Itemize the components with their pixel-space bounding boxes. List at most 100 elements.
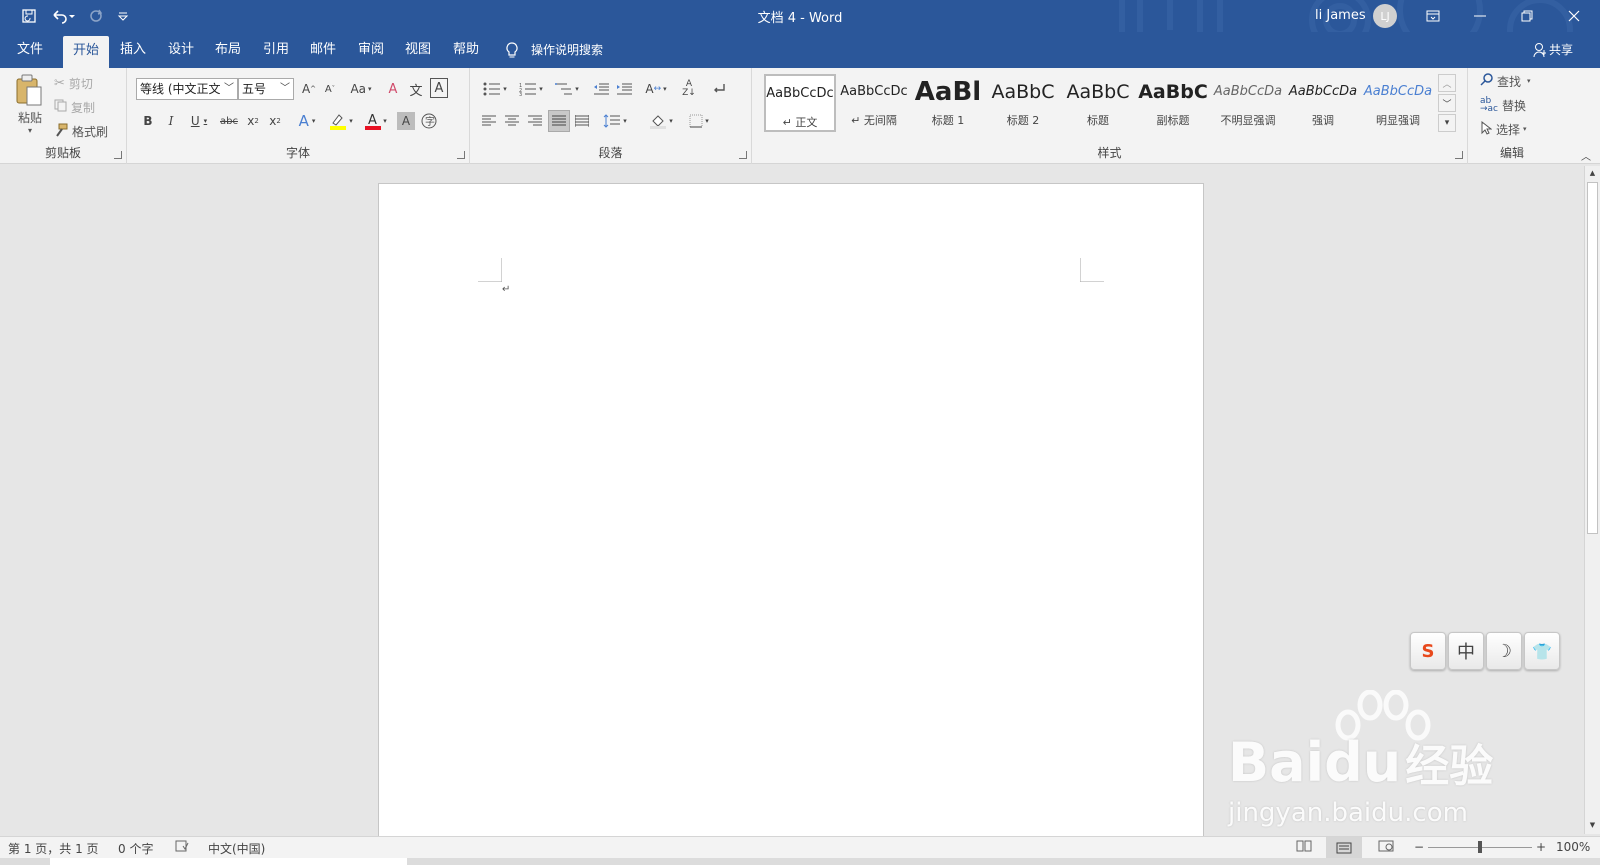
language-indicator[interactable]: 中文(中国) [208,840,265,857]
tab-mailings[interactable]: 邮件 [303,32,343,68]
distributed-icon[interactable] [573,112,591,130]
clear-formatting-icon[interactable]: A [384,80,402,98]
ribbon-display-options-icon[interactable] [1410,0,1456,32]
read-mode-icon[interactable] [1296,840,1312,855]
paste-dropdown-icon[interactable]: ▾ [28,126,32,135]
borders-icon[interactable]: ▾ [684,112,714,130]
ime-logo-icon[interactable]: S [1410,632,1446,670]
tell-me-search[interactable]: 操作说明搜索 [531,32,603,68]
italic-icon[interactable]: I [162,112,180,130]
select-button[interactable]: 选择 ▾ [1480,120,1527,138]
find-dropdown-icon[interactable]: ▾ [1527,77,1531,85]
numbering-icon[interactable]: 1 2 3 ▾ [516,80,546,98]
style-subtitle[interactable]: AaBbC 副标题 [1137,74,1209,132]
styles-scroll-up-icon[interactable]: ︿ [1438,74,1456,92]
zoom-out-icon[interactable]: − [1414,840,1424,854]
scroll-thumb[interactable] [1587,182,1598,534]
style-normal[interactable]: AaBbCcDc ↵ 正文 [764,74,836,132]
tab-review[interactable]: 审阅 [351,32,391,68]
tab-insert[interactable]: 插入 [113,32,153,68]
change-case-icon[interactable]: Aa ▾ [347,80,375,98]
copy-button[interactable]: 复制 [54,98,95,116]
asian-layout-icon[interactable]: A ↔ ▾ [642,80,670,98]
find-button[interactable]: 查找 ▾ [1480,72,1531,90]
align-center-icon[interactable] [503,112,521,130]
tab-help[interactable]: 帮助 [446,32,486,68]
phonetic-guide-icon[interactable]: 文 [407,80,425,99]
avatar[interactable]: LJ [1373,4,1397,28]
shrink-font-icon[interactable]: Aˇ [321,80,339,98]
style-intense-emphasis[interactable]: AaBbCcDa 明显强调 [1362,74,1434,132]
bullets-icon[interactable]: ▾ [480,80,510,98]
decrease-indent-icon[interactable] [592,80,610,98]
close-icon[interactable] [1551,0,1597,32]
collapse-ribbon-icon[interactable]: ︿ [1578,148,1594,163]
style-title[interactable]: AaBbC 标题 [1062,74,1134,132]
document-page[interactable]: ↵ [378,183,1204,865]
style-heading-1[interactable]: AaBl 标题 1 [912,74,984,132]
cut-button[interactable]: ✂ 剪切 [54,74,93,92]
character-border-icon[interactable]: A [430,78,448,98]
print-layout-icon[interactable] [1326,837,1362,858]
styles-more-icon[interactable]: ▾ [1438,114,1456,132]
tab-design[interactable]: 设计 [161,32,201,68]
paragraph-launcher-icon[interactable] [739,151,747,159]
scroll-down-icon[interactable]: ▼ [1585,818,1600,832]
scroll-up-icon[interactable]: ▲ [1585,166,1600,180]
tab-layout[interactable]: 布局 [208,32,248,68]
user-name[interactable]: li James [1315,8,1366,23]
select-dropdown-icon[interactable]: ▾ [1523,125,1527,133]
style-subtle-emphasis[interactable]: AaBbCcDa 不明显强调 [1212,74,1284,132]
zoom-slider-thumb[interactable] [1478,841,1482,853]
replace-button[interactable]: ab →ac 替换 [1480,96,1526,114]
text-effects-icon[interactable]: A ▾ [293,112,321,130]
underline-icon[interactable]: U ▾ [185,112,213,130]
font-launcher-icon[interactable] [457,151,465,159]
vertical-scrollbar[interactable]: ▲ ▼ [1584,166,1600,834]
character-shading-icon[interactable]: A [397,112,415,130]
style-no-spacing[interactable]: AaBbCcDc ↵ 无间隔 [838,74,910,132]
multilevel-list-icon[interactable]: ▾ [552,80,582,98]
show-hide-marks-icon[interactable] [710,80,728,98]
proofing-icon[interactable] [175,840,189,855]
justify-icon[interactable] [548,110,570,132]
tab-references[interactable]: 引用 [256,32,296,68]
shading-icon[interactable]: ▾ [646,112,676,130]
font-size-dropdown-icon[interactable]: ﹀ [280,79,290,99]
restore-icon[interactable] [1504,0,1550,32]
tab-home[interactable]: 开始 [63,36,109,68]
styles-scroll-down-icon[interactable]: ﹀ [1438,94,1456,112]
bold-icon[interactable]: B [139,112,157,130]
increase-indent-icon[interactable] [615,80,633,98]
page-count[interactable]: 第 1 页，共 1 页 [8,840,99,857]
clipboard-launcher-icon[interactable] [114,151,122,159]
align-right-icon[interactable] [526,112,544,130]
sort-icon[interactable]: A Z↓ [680,80,698,98]
zoom-level[interactable]: 100% [1556,840,1590,854]
zoom-in-icon[interactable]: + [1536,840,1546,854]
superscript-icon[interactable]: x2 [266,112,284,130]
minimize-icon[interactable] [1457,0,1503,32]
style-heading-2[interactable]: AaBbC 标题 2 [987,74,1059,132]
paste-button[interactable]: 粘贴 ▾ [10,72,50,136]
subscript-icon[interactable]: x2 [244,112,262,130]
font-size-box[interactable]: 五号 ﹀ [238,78,294,100]
font-name-box[interactable]: 等线 (中文正文 ﹀ [136,78,238,100]
format-painter-button[interactable]: 格式刷 [54,122,108,140]
tab-file[interactable]: 文件 [8,32,52,68]
ime-chinese-mode-button[interactable]: 中 [1448,632,1484,670]
web-layout-icon[interactable] [1378,840,1394,855]
highlight-color-icon[interactable]: ▾ [327,112,355,130]
styles-launcher-icon[interactable] [1455,151,1463,159]
word-count[interactable]: 0 个字 [118,840,153,857]
share-button[interactable]: 共享 [1549,32,1573,68]
tab-view[interactable]: 视图 [398,32,438,68]
paragraph-mark[interactable]: ↵ [502,284,510,295]
font-color-icon[interactable]: A ▾ [362,112,390,130]
strikethrough-icon[interactable]: abc [218,112,240,130]
line-spacing-icon[interactable]: ▾ [600,112,630,130]
ime-skin-icon[interactable]: 👕 [1524,632,1560,670]
style-emphasis[interactable]: AaBbCcDa 强调 [1287,74,1359,132]
ime-moon-icon[interactable]: ☽ [1486,632,1522,670]
enclose-characters-icon[interactable]: 字 [420,112,438,130]
